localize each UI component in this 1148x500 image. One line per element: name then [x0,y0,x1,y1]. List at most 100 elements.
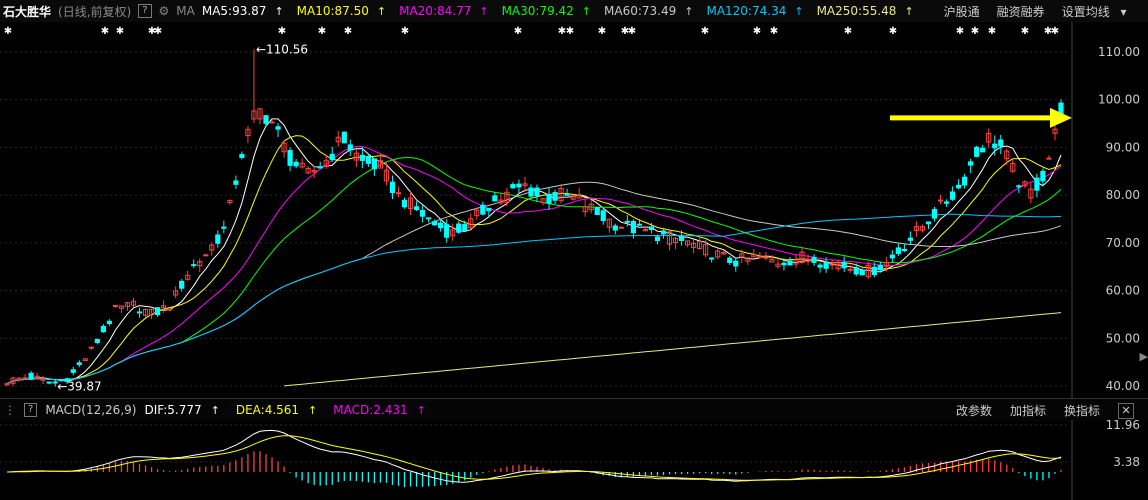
macd-tick-label: 3.38 [1113,455,1140,469]
candle [612,225,618,231]
event-star-icon[interactable]: ✱ [701,26,709,37]
event-star-icon[interactable]: ✱ [401,26,409,37]
menu-margin-trading[interactable]: 融资融券 [997,3,1045,20]
candle [733,260,739,267]
event-star-icon[interactable]: ✱ [318,26,326,37]
candle [395,192,402,195]
macd-title[interactable]: MACD(12,26,9) [45,403,136,417]
grid [0,51,1070,387]
ma-item: MA30:79.42 ↑ [502,4,598,18]
set-ma-label[interactable]: 设置均线 [1062,5,1110,19]
candle [962,176,968,186]
candle [293,161,299,167]
macd-dif: DIF:5.777 ↑ [144,403,227,417]
event-star-icon[interactable]: ✱ [988,26,996,37]
event-star-icon[interactable]: ✱ [956,26,964,37]
event-star-icon[interactable]: ✱ [1021,26,1029,37]
candle [992,143,998,149]
candle [968,161,974,166]
candle [974,146,980,157]
ma120-line [6,213,1062,385]
help-icon[interactable]: ? [138,4,152,18]
event-star-icon[interactable]: ✱ [889,26,897,37]
kline-chart[interactable]: ✱ ✱ ✱ ✱✱ ✱ ✱ ✱ ✱ ✱ ✱ ✱ ✱ ✱✱ ✱ ✱ ✱ ✱ ✱ ✱ ✱ ✱ ✱ ✱✱ ←110.56←39.87… [0,22,1148,398]
macd-axis: 11.96 3.38 [1071,420,1140,500]
candle [895,247,901,254]
candle [552,192,558,201]
macd-lines [6,429,1062,483]
menu-hgt[interactable]: 沪股通 [944,3,980,20]
indicator-header: 石大胜华 (日线,前复权) ? ⚙ MA MA5:93.87 ↑ MA10:87.5… [0,0,1148,22]
candle [654,236,661,242]
gear-icon[interactable]: ⚙ [159,4,170,18]
up-arrow-icon: ↑ [479,5,489,18]
event-star-icon[interactable]: ✱ [344,26,352,37]
ma-values: MA5:93.87 ↑ MA10:87.50 ↑ MA20:84.77 ↑ MA30:79.… [202,4,927,18]
candle [112,305,119,308]
event-star-icon[interactable]: ✱ [753,26,761,37]
event-star-icon[interactable]: ✱ [4,26,12,37]
candle [1034,177,1040,191]
candle [955,184,962,189]
candle [486,207,492,212]
event-star-icon[interactable]: ✱ [154,26,162,37]
candle [275,126,281,130]
event-star-icon[interactable]: ✱ [278,26,286,37]
expand-right-icon[interactable]: ▶ [1140,350,1148,363]
price-tick-label: 60.00 [1106,284,1140,298]
event-star-icon[interactable]: ✱ [628,26,636,37]
period-label[interactable]: (日线,前复权) [58,3,131,20]
event-star-icon[interactable]: ✱ [566,26,574,37]
ma-item-label: MA250:55.48 [816,4,897,18]
candle [648,226,655,231]
ma-item: MA10:87.50 ↑ [297,4,393,18]
event-star-icon[interactable]: ✱ [116,26,124,37]
event-star-icon[interactable]: ✱ [1051,26,1059,37]
price-tick-label: 110.00 [1098,45,1140,59]
candle [413,206,420,211]
candle [1016,185,1022,188]
event-star-icon[interactable]: ✱ [598,26,606,37]
macd-value: MACD:2.431 ↑ [333,403,434,417]
candle [203,254,209,257]
event-star-icon[interactable]: ✱ [101,26,109,37]
candle [931,209,938,219]
candle [106,320,113,325]
price-tick-label: 40.00 [1106,379,1140,393]
macd-chart[interactable]: 11.96 3.38 [0,420,1148,500]
up-arrow-icon: ↑ [794,5,804,18]
stock-name[interactable]: 石大胜华 [3,3,51,20]
candle [432,221,438,226]
close-icon[interactable]: ✕ [1118,402,1134,419]
event-star-icon[interactable]: ✱ [844,26,852,37]
candle [233,180,239,185]
event-star-icon[interactable]: ✱ [770,26,778,37]
candle [564,193,570,196]
candle [546,193,552,204]
dea-value: DEA:4.561 [235,403,300,417]
price-tick-label: 90.00 [1106,140,1140,154]
candle [76,362,82,366]
candle [1040,170,1046,182]
candle [425,217,432,220]
macd-help-icon[interactable]: ? [24,403,38,417]
candle [853,267,859,275]
up-arrow-icon: ↑ [904,5,914,18]
menu-set-ma[interactable]: 设置均线 ▾ [1062,3,1134,20]
edit-params-button[interactable]: 改参数 [956,402,992,419]
candle [46,381,52,384]
candle [636,223,643,226]
switch-indicator-button[interactable]: 换指标 [1064,402,1100,419]
candle [263,115,269,124]
chevron-down-icon[interactable]: ▾ [1121,5,1127,19]
add-indicator-button[interactable]: 加指标 [1010,402,1046,419]
up-arrow-icon: ↑ [581,5,592,18]
ma-item-label: MA10:87.50 [296,4,369,18]
collapse-icon[interactable]: ⋮ [4,403,16,417]
candle [781,262,787,266]
event-star-icon[interactable]: ✱ [971,26,979,37]
event-star-icon[interactable]: ✱ [514,26,522,37]
candle [678,236,685,241]
candle [937,199,944,202]
ma250-line [284,312,1062,387]
